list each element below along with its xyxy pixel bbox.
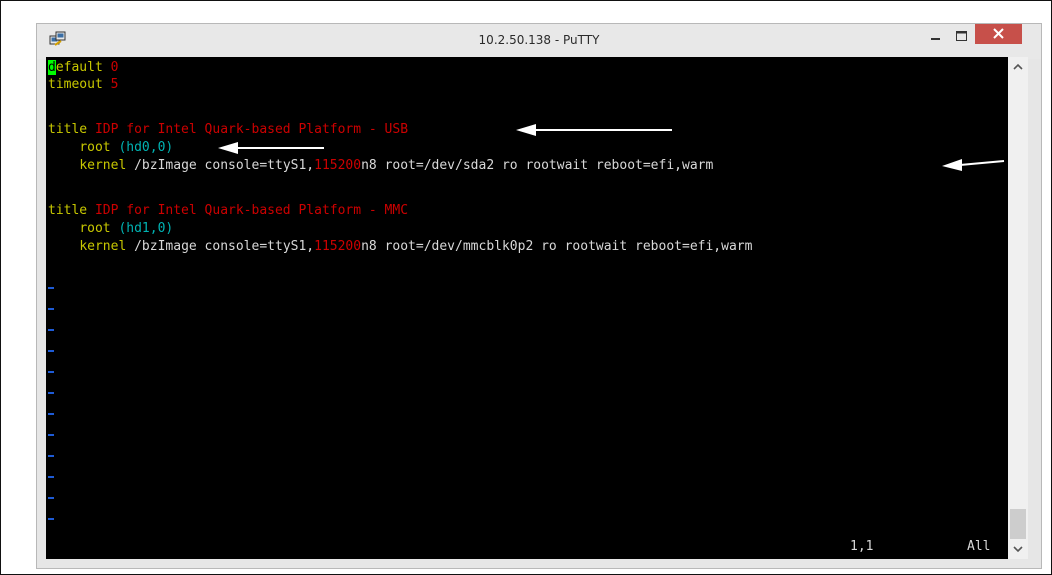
- tilde-marker: [48, 287, 54, 289]
- arrow-icon: [516, 124, 672, 136]
- tilde-marker: [48, 497, 54, 499]
- tilde-marker: [48, 518, 54, 520]
- tilde-marker: [48, 434, 54, 436]
- cursor-position: 1,1: [850, 539, 874, 554]
- screenshot-frame: 10.2.50.138 - PuTTY default 0 timeout 5 …: [0, 0, 1052, 575]
- tilde-marker: [48, 455, 54, 457]
- vim-line-root-usb: root (hd0,0): [48, 140, 173, 156]
- arrow-icon: [942, 159, 1005, 171]
- vim-line-kernel-usb: kernel /bzImage console=ttyS1,115200n8 r…: [48, 158, 713, 174]
- maximize-icon[interactable]: [949, 27, 973, 45]
- vim-line-timeout: timeout 5: [48, 77, 118, 93]
- scroll-indicator: All: [967, 539, 991, 554]
- value: IDP for Intel Quark-based Platform - USB: [94, 122, 409, 137]
- keyword: title: [48, 122, 88, 137]
- vim-line-title-mmc: title IDP for Intel Quark-based Platform…: [48, 203, 408, 219]
- scroll-down-icon[interactable]: [1008, 539, 1028, 559]
- command: /bzImage console=ttyS1,: [134, 158, 315, 173]
- device: (hd0,0): [118, 140, 174, 155]
- vim-line-root-mmc: root (hd1,0): [48, 221, 173, 237]
- tilde-marker: [48, 392, 54, 394]
- tilde-marker: [48, 476, 54, 478]
- arrow-icon: [218, 142, 324, 154]
- baud-rate: 115200: [314, 158, 362, 173]
- keyword: root: [79, 140, 111, 155]
- command: n8 root=/dev/mmcblk0p2 ro rootwait reboo…: [361, 239, 753, 254]
- close-button[interactable]: [975, 24, 1022, 44]
- tilde-marker: [48, 329, 54, 331]
- baud-rate: 115200: [314, 239, 362, 254]
- minimize-icon[interactable]: [923, 27, 947, 45]
- terminal-area[interactable]: default 0 timeout 5 title IDP for Intel …: [46, 57, 1008, 559]
- keyword: title: [48, 203, 88, 218]
- keyword: kernel: [79, 158, 127, 173]
- text-cursor: d: [48, 60, 56, 75]
- tilde-marker: [48, 371, 54, 373]
- vim-line-title-usb: title IDP for Intel Quark-based Platform…: [48, 122, 408, 138]
- tilde-marker: [48, 308, 54, 310]
- title-bar[interactable]: 10.2.50.138 - PuTTY: [37, 24, 1041, 59]
- keyword: root: [79, 221, 111, 236]
- keyword: kernel: [79, 239, 127, 254]
- value: IDP for Intel Quark-based Platform - MMC: [94, 203, 409, 218]
- window-title: 10.2.50.138 - PuTTY: [478, 33, 600, 47]
- close-icon: [993, 28, 1004, 39]
- vim-line-kernel-mmc: kernel /bzImage console=ttyS1,115200n8 r…: [48, 239, 752, 255]
- command: /bzImage console=ttyS1,: [134, 239, 315, 254]
- value: 5: [110, 77, 119, 92]
- value: 0: [110, 60, 119, 75]
- vim-line-default: default 0: [48, 60, 118, 76]
- device: (hd1,0): [118, 221, 174, 236]
- keyword-rest: efault: [55, 60, 103, 75]
- vertical-scrollbar[interactable]: [1008, 57, 1028, 559]
- tilde-marker: [48, 413, 54, 415]
- command: n8 root=/dev/sda2 ro rootwait reboot=efi…: [361, 158, 714, 173]
- keyword: timeout: [48, 77, 103, 92]
- tilde-marker: [48, 350, 54, 352]
- scrollbar-thumb[interactable]: [1010, 509, 1026, 539]
- scroll-up-icon[interactable]: [1008, 57, 1028, 77]
- putty-window: 10.2.50.138 - PuTTY default 0 timeout 5 …: [36, 23, 1042, 569]
